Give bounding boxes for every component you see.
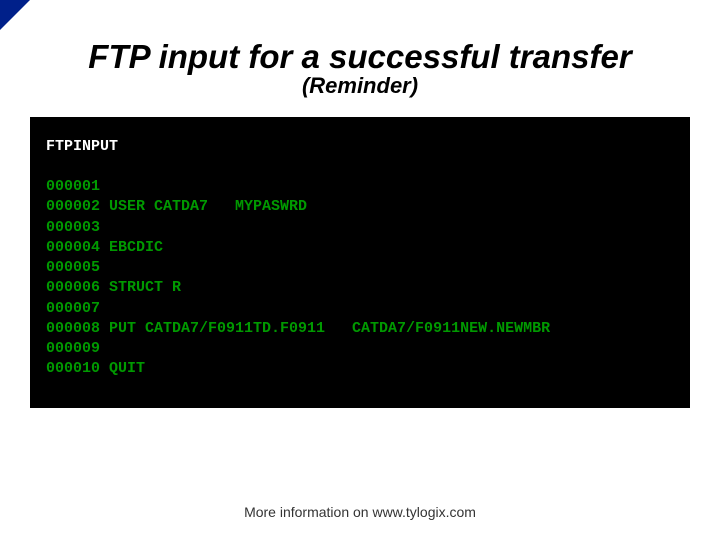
terminal-line: 000002 USER CATDA7 MYPASWRD: [46, 198, 307, 215]
terminal-line: 000004 EBCDIC: [46, 239, 163, 256]
footer-text: More information on www.tylogix.com: [0, 504, 720, 520]
slide-title: FTP input for a successful transfer: [0, 40, 720, 75]
slide-body: FTP input for a successful transfer (Rem…: [0, 0, 720, 540]
terminal-line: 000005: [46, 259, 100, 276]
terminal-line: 000001: [46, 178, 100, 195]
title-area: FTP input for a successful transfer (Rem…: [0, 0, 720, 99]
terminal-line: 000010 QUIT: [46, 360, 145, 377]
terminal-line: 000006 STRUCT R: [46, 279, 181, 296]
terminal-line: 000009: [46, 340, 100, 357]
slide-subtitle: (Reminder): [0, 73, 720, 99]
terminal-line: 000008 PUT CATDA7/F0911TD.F0911 CATDA7/F…: [46, 320, 550, 337]
terminal-line: 000007: [46, 300, 100, 317]
slide-corner-accent: [0, 0, 30, 30]
terminal-block: FTPINPUT 000001 000002 USER CATDA7 MYPAS…: [30, 117, 690, 408]
terminal-header: FTPINPUT: [46, 138, 118, 155]
terminal-line: 000003: [46, 219, 100, 236]
